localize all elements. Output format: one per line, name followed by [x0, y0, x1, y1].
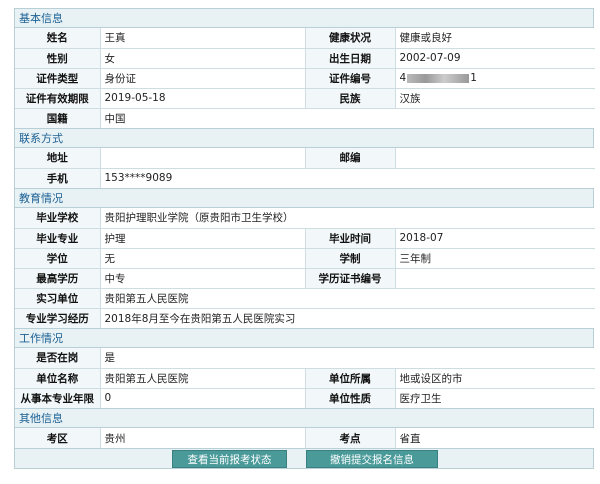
phone-value: 153****9089 [99, 167, 595, 188]
redaction-mask [407, 73, 470, 83]
table-row: 专业学习经历 2018年8月至今在贵阳第五人民医院实习 [15, 307, 596, 328]
table-row: 考区 贵州 考点 省直 [15, 428, 595, 448]
school-value: 贵阳护理职业学院（原贵阳市卫生学校） [99, 208, 596, 229]
table-row: 手机 153****9089 [15, 167, 595, 188]
table-row: 性别 女 出生日期 2002-07-09 [15, 47, 595, 69]
degree-value: 无 [99, 247, 306, 269]
view-status-button[interactable]: 查看当前报考状态 [172, 450, 287, 468]
intern-value: 贵阳第五人民医院 [99, 287, 596, 309]
health-value: 健康或良好 [394, 28, 595, 49]
table-row: 毕业学校 贵阳护理职业学院（原贵阳市卫生学校） [15, 208, 596, 229]
work-table: 是否在岗 是 单位名称 贵阳第五人民医院 单位所属 地或设区的市 从事本专业年限… [15, 348, 596, 408]
idtype-value: 身份证 [99, 67, 306, 89]
gender-label: 性别 [15, 47, 101, 69]
address-value [99, 148, 306, 169]
table-row: 地址 邮编 [15, 148, 595, 169]
table-row: 单位名称 贵阳第五人民医院 单位所属 地或设区的市 [15, 367, 596, 389]
certno-label: 学历证书编号 [304, 267, 396, 289]
education-section: 教育情况 毕业学校 贵阳护理职业学院（原贵阳市卫生学校） 毕业专业 护理 毕业时… [14, 189, 596, 329]
major-value: 护理 [99, 227, 306, 249]
education-table: 毕业学校 贵阳护理职业学院（原贵阳市卫生学校） 毕业专业 护理 毕业时间 201… [15, 208, 596, 328]
table-row: 证件有效期限 2019-05-18 民族 汉族 [15, 87, 595, 109]
table-row: 毕业专业 护理 毕业时间 2018-07 [15, 227, 596, 249]
idno-suffix: 1 [470, 72, 477, 84]
duration-value: 三年制 [394, 247, 596, 269]
gradtime-value: 2018-07 [394, 227, 596, 249]
health-label: 健康状况 [304, 28, 396, 49]
section-title: 联系方式 [15, 129, 593, 148]
years-value: 0 [99, 387, 306, 408]
degree-label: 学位 [15, 247, 101, 269]
site-label: 考点 [304, 428, 396, 448]
gradtime-label: 毕业时间 [304, 227, 396, 249]
contact-section: 联系方式 地址 邮编 手机 153****9089 [14, 129, 595, 189]
idno-prefix: 4 [399, 72, 407, 84]
table-row: 国籍 中国 [15, 107, 595, 128]
idno-value: 41 [394, 67, 595, 89]
basic-info-table: 姓名 王真 健康状况 健康或良好 性别 女 出生日期 2002-07-09 证件… [15, 28, 595, 128]
site-value: 省直 [394, 428, 595, 448]
address-label: 地址 [15, 148, 101, 169]
idtype-label: 证件类型 [15, 67, 101, 89]
intern-label: 实习单位 [15, 287, 101, 309]
section-title: 工作情况 [15, 329, 593, 348]
years-label: 从事本专业年限 [15, 387, 101, 408]
phone-label: 手机 [15, 167, 101, 188]
onduty-label: 是否在岗 [15, 348, 101, 369]
nature-value: 医疗卫生 [394, 387, 596, 408]
unit-value: 贵阳第五人民医院 [99, 367, 306, 389]
registration-form: 基本信息 姓名 王真 健康状况 健康或良好 性别 女 出生日期 2002-07-… [14, 8, 596, 469]
table-row: 最高学历 中专 学历证书编号 [15, 267, 596, 289]
edu-label: 最高学历 [15, 267, 101, 289]
table-row: 从事本专业年限 0 单位性质 医疗卫生 [15, 387, 596, 408]
table-row: 姓名 王真 健康状况 健康或良好 [15, 28, 595, 49]
action-bar: 查看当前报考状态 撤销提交报名信息 [14, 449, 594, 469]
school-label: 毕业学校 [15, 208, 101, 229]
table-row: 实习单位 贵阳第五人民医院 [15, 287, 596, 309]
ethnicity-value: 汉族 [394, 87, 595, 109]
nationality-label: 国籍 [15, 107, 101, 128]
other-section: 其他信息 考区 贵州 考点 省直 [14, 409, 595, 449]
section-title: 基本信息 [15, 9, 593, 28]
study-value: 2018年8月至今在贵阳第五人民医院实习 [99, 307, 596, 328]
idexpiry-value: 2019-05-18 [99, 87, 306, 109]
name-value: 王真 [99, 28, 306, 49]
nationality-value: 中国 [99, 107, 595, 128]
idexpiry-label: 证件有效期限 [15, 87, 101, 109]
contact-table: 地址 邮编 手机 153****9089 [15, 148, 595, 188]
table-row: 证件类型 身份证 证件编号 41 [15, 67, 595, 89]
basic-info-section: 基本信息 姓名 王真 健康状况 健康或良好 性别 女 出生日期 2002-07-… [14, 8, 595, 129]
edu-value: 中专 [99, 267, 306, 289]
name-label: 姓名 [15, 28, 101, 49]
major-label: 毕业专业 [15, 227, 101, 249]
idno-label: 证件编号 [304, 67, 396, 89]
cancel-submission-button[interactable]: 撤销提交报名信息 [306, 450, 438, 468]
certno-value [394, 267, 596, 289]
birth-value: 2002-07-09 [394, 47, 595, 69]
table-row: 学位 无 学制 三年制 [15, 247, 596, 269]
section-title: 教育情况 [15, 189, 593, 208]
work-section: 工作情况 是否在岗 是 单位名称 贵阳第五人民医院 单位所属 地或设区的市 从事… [14, 329, 596, 409]
postcode-label: 邮编 [304, 148, 396, 169]
duration-label: 学制 [304, 247, 396, 269]
affil-label: 单位所属 [304, 367, 396, 389]
other-table: 考区 贵州 考点 省直 [15, 428, 595, 448]
section-title: 其他信息 [15, 409, 593, 428]
nature-label: 单位性质 [304, 387, 396, 408]
area-label: 考区 [15, 428, 101, 448]
unit-label: 单位名称 [15, 367, 101, 389]
gender-value: 女 [99, 47, 306, 69]
study-label: 专业学习经历 [15, 307, 101, 328]
ethnicity-label: 民族 [304, 87, 396, 109]
onduty-value: 是 [99, 348, 596, 369]
postcode-value [394, 148, 595, 169]
table-row: 是否在岗 是 [15, 348, 596, 369]
birth-label: 出生日期 [304, 47, 396, 69]
area-value: 贵州 [99, 428, 306, 448]
affil-value: 地或设区的市 [394, 367, 596, 389]
